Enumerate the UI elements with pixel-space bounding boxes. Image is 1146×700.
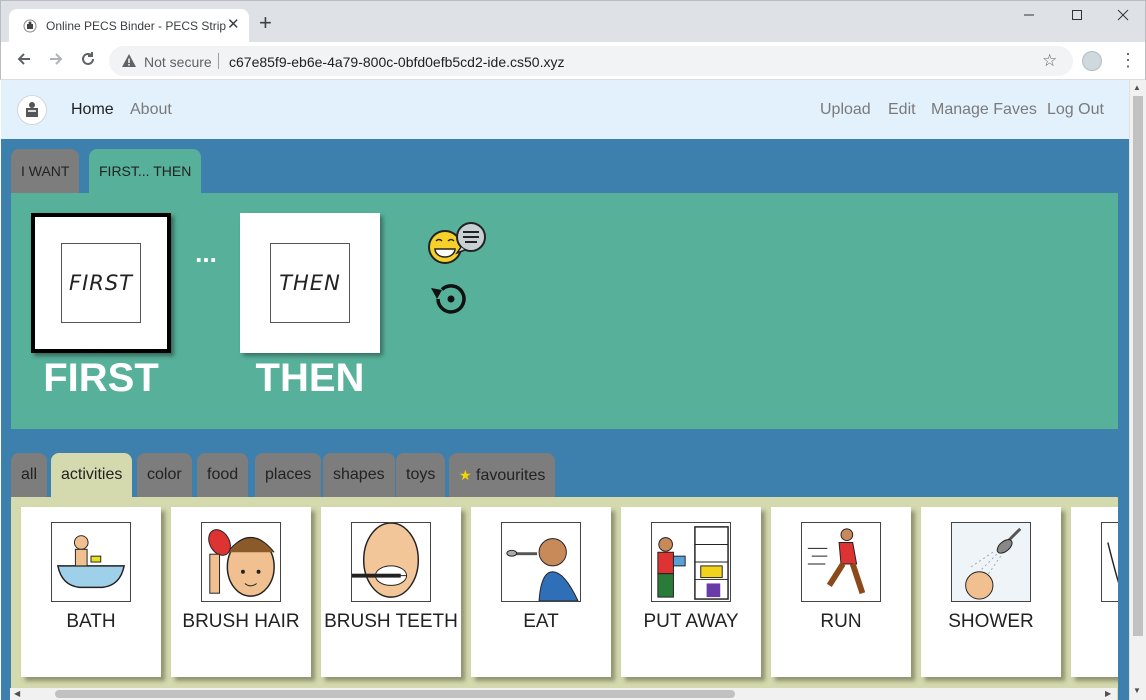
back-arrow-icon[interactable] [13,50,35,72]
new-tab-icon[interactable]: + [259,12,272,34]
card-label: EAT [523,611,559,632]
nav-link-log-out[interactable]: Log Out [1047,101,1104,119]
vertical-scroll-thumb[interactable] [1133,96,1143,636]
tab-favourites[interactable]: ★ favourites [449,453,556,497]
tab-i-want[interactable]: I WANT [11,149,80,193]
run-picture [801,522,881,602]
security-status[interactable]: Not secure [144,54,212,70]
tab-places[interactable]: places [255,453,322,497]
strip-card-first[interactable]: FIRST [31,213,171,353]
scroll-up-icon[interactable]: ▲ [1133,83,1141,92]
warning-icon[interactable] [121,53,137,69]
scroll-down-icon[interactable]: ▼ [1133,686,1141,695]
horizontal-scrollbar[interactable]: ◀ ▶ [10,688,1117,700]
page-viewport: Home About Upload Edit Manage Faves Log … [1,80,1129,700]
scroll-left-icon[interactable]: ◀ [14,688,20,700]
card-brush-hair[interactable]: BRUSH HAIR [171,507,311,677]
browser-tab-title: Online PECS Binder - PECS Strip [46,19,227,33]
tab-first-then[interactable]: FIRST... THEN [89,149,202,193]
card-label: BATH [66,611,116,632]
first-picture: FIRST [61,243,141,323]
site-navbar: Home About Upload Edit Manage Faves Log … [1,80,1129,139]
card-brush-teeth[interactable]: BRUSH TEETH [321,507,461,677]
card-bath[interactable]: BATH [21,507,161,677]
eat-picture [501,522,581,602]
nav-link-about[interactable]: About [130,101,172,119]
browser-menu-icon[interactable]: ⋮ [1119,49,1137,71]
tab-food[interactable]: food [197,453,249,497]
pecs-strip-panel: FIRST ... THEN FIRST THEN [11,193,1118,429]
address-bar[interactable]: Not secure c67e85f9-eb6e-4a79-800c-0bfd0… [109,46,1073,76]
nav-link-edit[interactable]: Edit [888,101,916,119]
brush-hair-picture [201,522,281,602]
omnibox-divider [218,53,219,69]
close-window-icon[interactable] [1103,5,1143,29]
strip-label-then: THEN [255,356,365,400]
card-eat[interactable]: EAT [471,507,611,677]
tab-color[interactable]: color [137,453,192,497]
reload-icon[interactable] [77,50,99,72]
card-shower[interactable]: SHOWER [921,507,1061,677]
forward-arrow-icon[interactable] [45,50,67,72]
favourites-star-icon: ★ [459,467,472,483]
speak-icon[interactable] [425,221,489,267]
site-logo[interactable] [17,95,47,125]
put-away-picture [651,522,731,602]
pecs-cards-panel: BATH BRUSH HAIR BRUSH TEETH EAT PUT AWAY… [11,497,1118,700]
nav-link-manage-faves[interactable]: Manage Faves [931,101,1037,119]
card-label: PUT AWAY [643,611,739,632]
card-label: S [1071,607,1118,637]
bath-picture [51,522,131,602]
close-tab-icon[interactable]: ✕ [227,16,240,34]
card-run[interactable]: RUN [771,507,911,677]
card-label: BRUSH HAIR [182,611,300,632]
minimize-icon[interactable] [1009,5,1049,29]
vertical-scrollbar[interactable]: ▲ ▼ [1129,80,1146,700]
tab-favourites-label: favourites [476,467,546,484]
reset-icon[interactable] [428,280,468,318]
url-text[interactable]: c67e85f9-eb6e-4a79-800c-0bfd0efb5cd2-ide… [229,54,564,70]
nav-link-home[interactable]: Home [71,101,114,119]
tab-toys[interactable]: toys [396,453,446,497]
horizontal-scroll-thumb[interactable] [55,690,735,698]
tab-shapes[interactable]: shapes [323,453,395,497]
browser-tabstrip: Online PECS Binder - PECS Strip ✕ + [0,0,1146,43]
strip-label-first: FIRST [43,356,159,400]
strip-card-then[interactable]: THEN [240,213,380,353]
nav-link-upload[interactable]: Upload [820,101,871,119]
then-picture: THEN [270,243,350,323]
profile-avatar[interactable] [1082,51,1102,71]
browser-tab[interactable]: Online PECS Binder - PECS Strip ✕ [9,9,249,43]
scroll-right-icon[interactable]: ▶ [1105,688,1111,700]
shower-picture [951,522,1031,602]
browser-toolbar: Not secure c67e85f9-eb6e-4a79-800c-0bfd0… [0,42,1146,80]
card-label: BRUSH TEETH [324,611,458,632]
pecs-logo-icon [26,102,38,117]
strip-separator: ... [195,238,217,268]
bookmark-star-icon[interactable]: ☆ [1042,51,1057,71]
partial-card-picture [1101,522,1118,602]
card-put-away[interactable]: PUT AWAY [621,507,761,677]
maximize-icon[interactable] [1057,5,1097,29]
card-label: RUN [820,611,862,632]
brush-teeth-picture [351,522,431,602]
pecs-favicon-icon [23,19,37,33]
tab-activities[interactable]: activities [51,453,133,497]
card-partial[interactable]: S [1071,507,1118,677]
card-label: SHOWER [948,611,1034,632]
tab-all[interactable]: all [11,453,48,497]
